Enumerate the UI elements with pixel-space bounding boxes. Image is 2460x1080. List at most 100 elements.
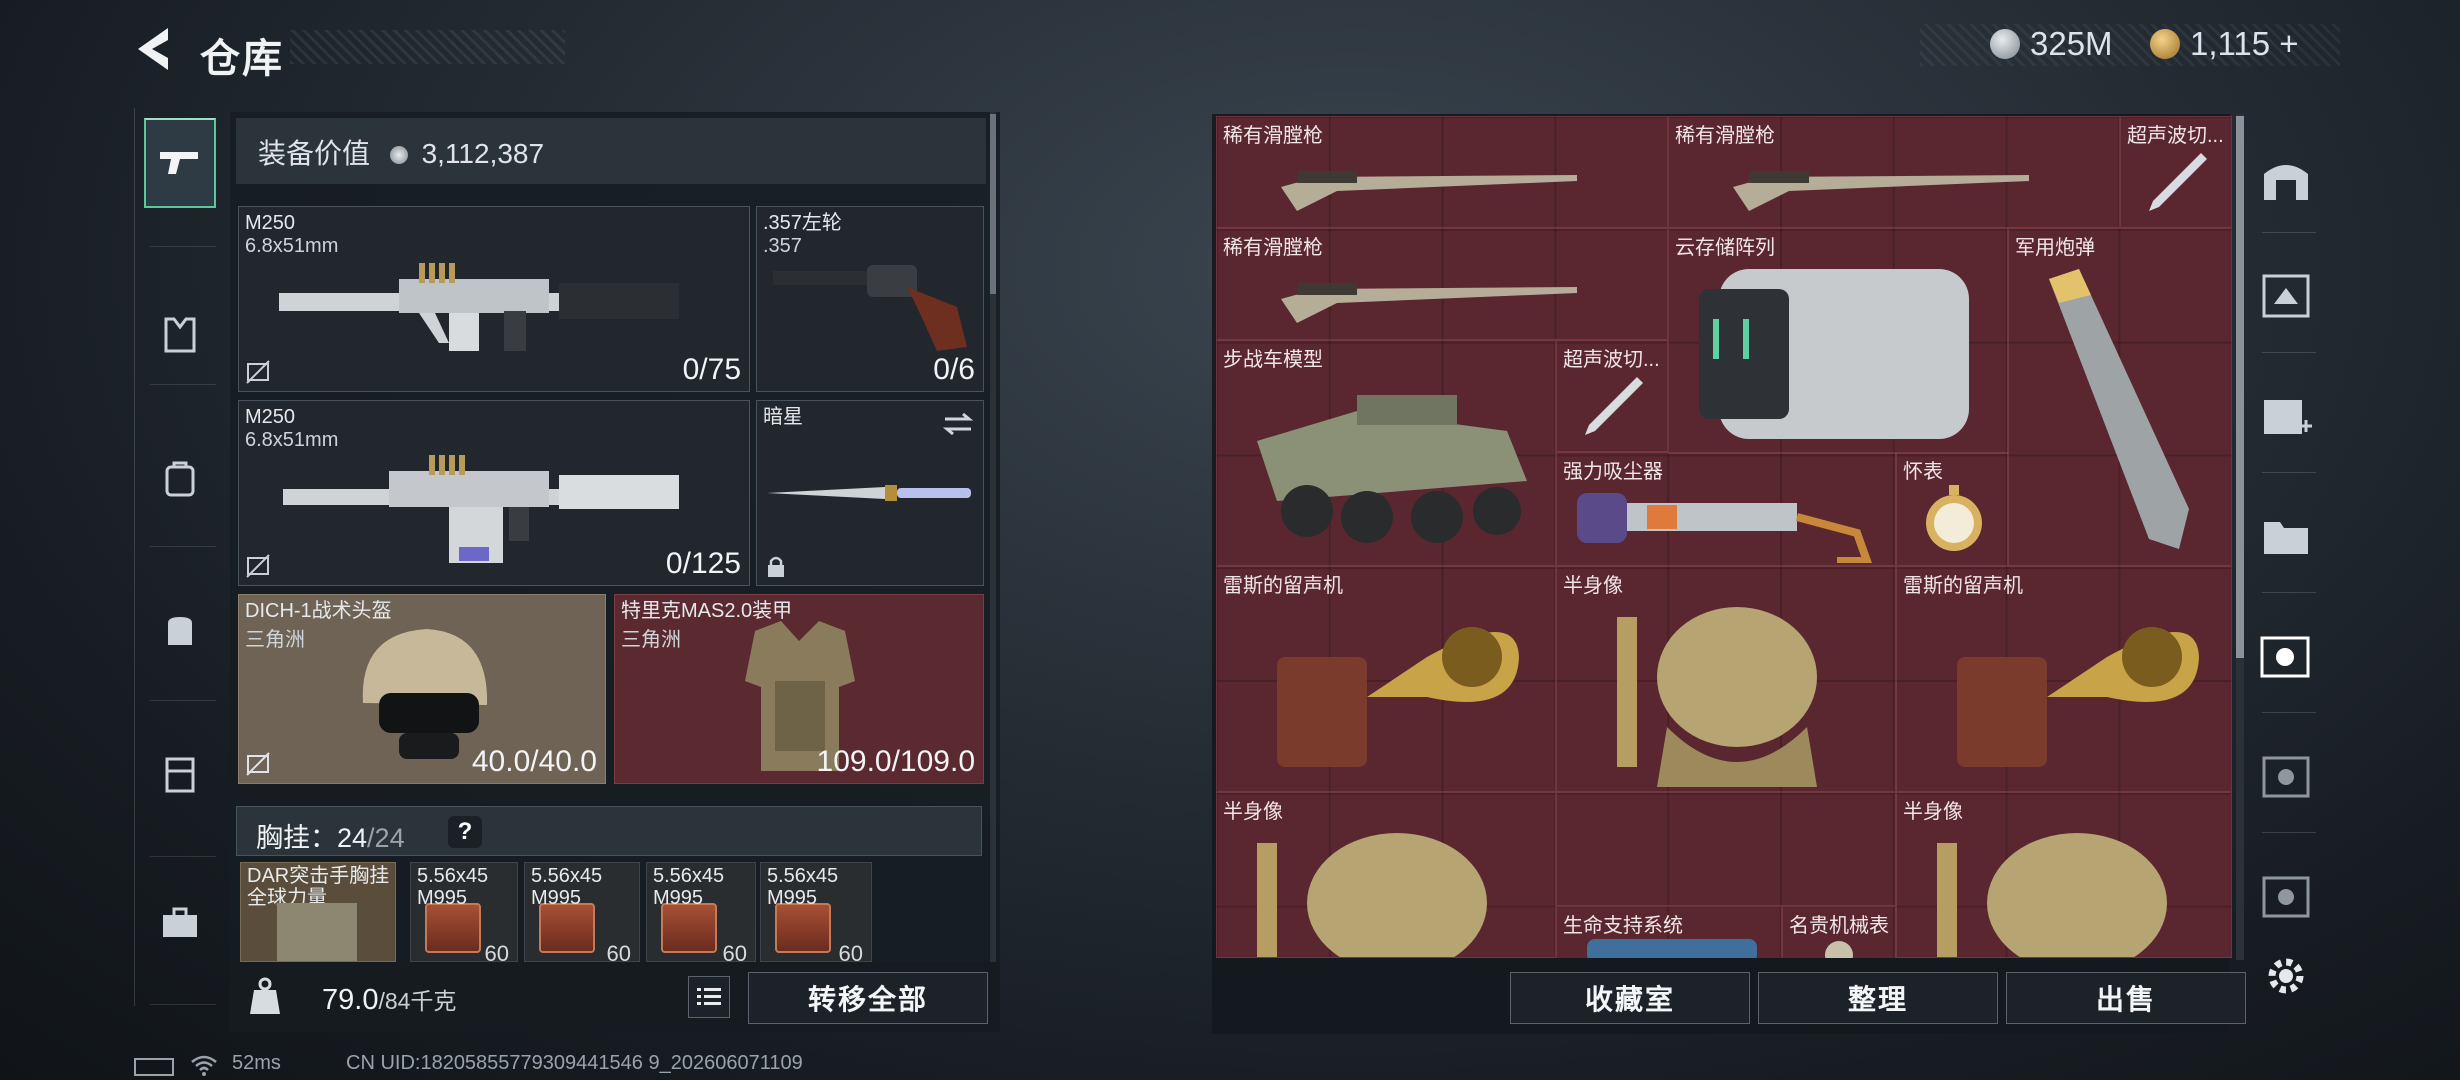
sidearm-slot[interactable]: .357左轮 .357 0/6: [756, 206, 984, 392]
item-type: M995: [531, 887, 582, 909]
equipment-value: 装备价值 3,112,387: [258, 132, 544, 172]
chest-rig-icon: [277, 903, 357, 961]
sidebar-item-toolbox[interactable]: [144, 878, 216, 968]
stash-item[interactable]: 稀有滑膛枪: [1216, 228, 1668, 340]
item-name: 稀有滑膛枪: [1675, 125, 1775, 147]
item-name: 5.56x45: [653, 865, 725, 887]
equipment-value-label: 装备价值: [258, 138, 371, 169]
armor-slot[interactable]: 特里克MAS2.0装甲 三角洲 109.0/109.0: [614, 594, 984, 784]
slot-name: M250: [245, 406, 296, 428]
swap-icon[interactable]: [941, 411, 975, 437]
stash-tab-6[interactable]: [2254, 744, 2318, 808]
helmet-slot[interactable]: DICH-1战术头盔 三角洲 40.0/40.0: [238, 594, 606, 784]
storage-unit-icon: [2262, 876, 2310, 918]
luxury-watch-icon: [1825, 941, 1853, 958]
gramophone-icon: [1277, 627, 1519, 767]
storage-unit-icon: [2262, 756, 2310, 798]
ammo-item[interactable]: 5.56x45 M995 60: [524, 862, 640, 962]
sidebar-item-armor[interactable]: [144, 290, 216, 380]
sidebar-item-weapons[interactable]: [144, 118, 216, 208]
stash-item[interactable]: 雷斯的留声机: [1896, 566, 2232, 792]
silver-currency[interactable]: 325M: [1990, 24, 2113, 64]
item-name: 稀有滑膛枪: [1223, 125, 1323, 147]
chest-rig-label: 胸挂：: [256, 823, 337, 853]
transfer-all-button[interactable]: 转移全部: [748, 972, 988, 1024]
military-shell-icon: [2049, 269, 2189, 549]
ultrasonic-cutter-icon: [2149, 153, 2207, 211]
stash-item[interactable]: 半身像: [1216, 792, 1556, 958]
stash-grid: 稀有滑膛枪 稀有滑膛枪 超声波切... 稀有滑膛枪 云存储阵列 军用炮弹 步战车…: [1216, 116, 2232, 958]
stash-tab-4[interactable]: [2254, 504, 2318, 568]
folder-icon: [2264, 522, 2308, 554]
collection-room-button[interactable]: 收藏室: [1510, 972, 1750, 1024]
page-title: 仓库: [200, 37, 284, 81]
ammo-box-icon: [775, 903, 831, 953]
stash-item[interactable]: 雷斯的留声机: [1216, 566, 1556, 792]
stash-tab-3[interactable]: [2254, 384, 2318, 448]
melee-slot[interactable]: 暗星: [756, 400, 984, 586]
ammo-item[interactable]: 5.56x45 M995 60: [410, 862, 518, 962]
silver-amount: 325M: [2030, 25, 2113, 62]
stash-item[interactable]: 超声波切...: [1556, 340, 1668, 452]
sidebar-item-bag[interactable]: [144, 584, 216, 674]
sidebar-item-backpack[interactable]: [144, 434, 216, 524]
gold-amount: 1,115 +: [2190, 25, 2299, 62]
chest-rig-item[interactable]: DAR突击手胸挂 全球力量: [240, 862, 396, 962]
bag-icon: [168, 617, 192, 645]
settings-gear-icon[interactable]: [2262, 952, 2310, 1000]
wifi-icon: [191, 1055, 217, 1076]
help-icon[interactable]: ?: [448, 816, 482, 848]
item-type: M995: [417, 887, 468, 909]
slot-faction: 三角洲: [245, 629, 305, 651]
stash-tab-all[interactable]: [2254, 148, 2318, 212]
slot-name: 暗星: [763, 406, 803, 428]
ammo-count: 0/75: [682, 353, 741, 386]
list-view-button[interactable]: [688, 976, 730, 1018]
primary-weapon-slot[interactable]: M250 6.8x51mm 0/75: [238, 206, 750, 392]
slot-name: M250: [245, 212, 296, 234]
no-insurance-icon: [246, 752, 270, 776]
ping-text: 52ms: [232, 1052, 281, 1074]
stash-cell: 半身像: [1556, 566, 1896, 792]
stash-item[interactable]: 步战车模型: [1216, 340, 1556, 566]
sidebar-item-locker[interactable]: [144, 730, 216, 820]
pocket-watch-icon: [1926, 485, 1982, 551]
stash-scrollbar-thumb[interactable]: [2236, 116, 2244, 658]
sell-button[interactable]: 出售: [2006, 972, 2246, 1024]
stash-item[interactable]: 军用炮弹: [2008, 228, 2232, 566]
item-name: DAR突击手胸挂: [247, 865, 390, 887]
left-scrollbar-thumb[interactable]: [990, 114, 996, 294]
stash-item[interactable]: 生命支持系统: [1556, 906, 1782, 958]
stash-item[interactable]: 强力吸尘器: [1556, 452, 1896, 566]
silver-coin-icon: [1990, 29, 2020, 59]
stash-tab-5-active[interactable]: [2254, 624, 2318, 688]
stash-item[interactable]: 半身像: [1896, 792, 2232, 958]
warehouse-screen: 仓库 325M 1,115 + 装备价值 3,112,387 M250 6.8x…: [0, 0, 2460, 1080]
stash-item[interactable]: 超声波切...: [2120, 116, 2232, 228]
ammo-item[interactable]: 5.56x45 M995 60: [646, 862, 756, 962]
stash-tab-2[interactable]: [2254, 264, 2318, 328]
gold-currency[interactable]: 1,115 +: [2150, 24, 2299, 64]
stash-item[interactable]: 稀有滑膛枪: [1668, 116, 2120, 228]
machine-gun-icon: [283, 455, 679, 563]
musket-icon: [1733, 171, 2029, 211]
durability: 40.0/40.0: [471, 745, 597, 778]
stash-tab-7[interactable]: [2254, 864, 2318, 928]
backpack-icon: [165, 461, 195, 497]
bust-icon: [1617, 607, 1817, 787]
item-name: 5.56x45: [417, 865, 489, 887]
stash-item[interactable]: 怀表: [1896, 452, 2008, 566]
back-arrow-icon[interactable]: [128, 22, 182, 76]
sidebar-divider: [150, 384, 216, 385]
secondary-weapon-slot[interactable]: M250 6.8x51mm 0/125: [238, 400, 750, 586]
stash-item[interactable]: 云存储阵列: [1668, 228, 2008, 454]
chest-rig-max: /24: [367, 823, 405, 853]
ammo-item[interactable]: 5.56x45 M995 60: [760, 862, 872, 962]
stash-item[interactable]: 名贵机械表: [1782, 906, 1896, 958]
ultrasonic-cutter-icon: [1585, 377, 1643, 435]
tab-divider: [2262, 352, 2316, 353]
battery-icon: [134, 1058, 174, 1076]
item-name: 步战车模型: [1223, 349, 1323, 371]
stash-item[interactable]: 稀有滑膛枪: [1216, 116, 1668, 228]
sort-button[interactable]: 整理: [1758, 972, 1998, 1024]
